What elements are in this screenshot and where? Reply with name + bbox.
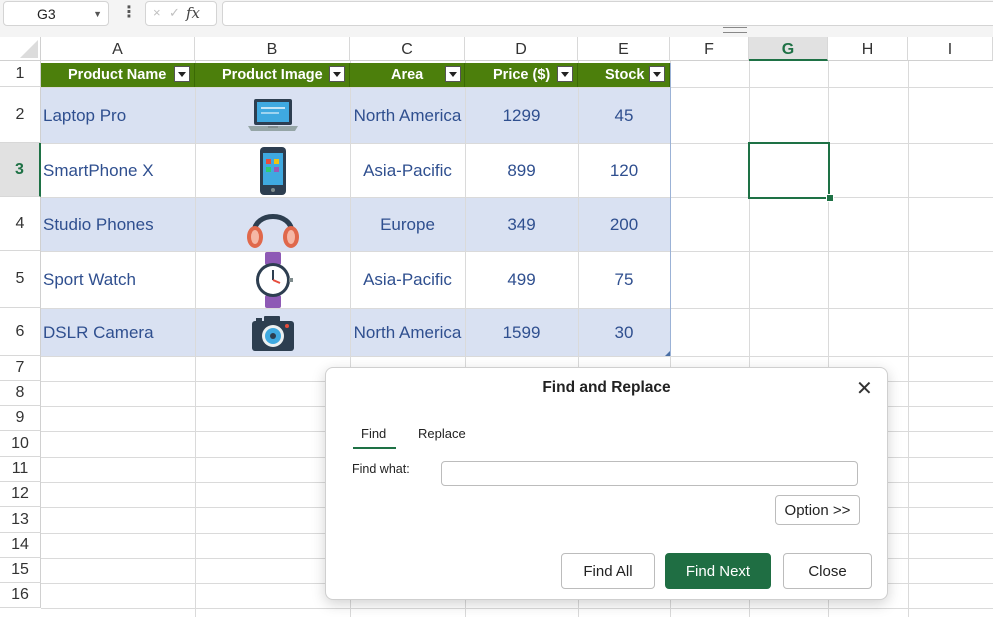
row-header-3[interactable]: 3 xyxy=(0,143,41,197)
dialog-title: Find and Replace xyxy=(542,379,671,396)
row-header-8[interactable]: 8 xyxy=(0,381,41,406)
resize-grip-icon[interactable] xyxy=(723,27,747,33)
row-header-2[interactable]: 2 xyxy=(0,87,41,143)
row-header-1[interactable]: 1 xyxy=(0,61,41,87)
name-box[interactable]: G3 ▼ xyxy=(3,1,109,26)
cell-area[interactable]: Asia-Pacific xyxy=(350,144,465,197)
table-header-cell[interactable]: Stock xyxy=(578,63,670,87)
row-header-11[interactable]: 11 xyxy=(0,457,41,482)
row-header-16[interactable]: 16 xyxy=(0,583,41,608)
table-header-cell[interactable]: Product Name xyxy=(41,63,195,87)
find-all-button[interactable]: Find All xyxy=(561,553,655,589)
close-button[interactable]: Close xyxy=(783,553,872,589)
cell-product-name[interactable]: Sport Watch xyxy=(41,252,195,308)
column-header-i[interactable]: I xyxy=(908,37,993,61)
column-header-f[interactable]: F xyxy=(670,37,749,61)
filter-dropdown-icon[interactable] xyxy=(445,66,461,82)
cell-price[interactable]: 349 xyxy=(465,198,578,251)
cell-area[interactable]: Europe xyxy=(350,198,465,251)
find-replace-dialog: Find and Replace ✕ Find Replace Find wha… xyxy=(325,367,888,600)
filter-dropdown-icon[interactable] xyxy=(174,66,190,82)
cell-price[interactable]: 499 xyxy=(465,252,578,308)
row-header-9[interactable]: 9 xyxy=(0,406,41,431)
column-header-h[interactable]: H xyxy=(828,37,908,61)
filter-dropdown-icon[interactable] xyxy=(557,66,573,82)
grid-line xyxy=(41,608,993,609)
column-header-c[interactable]: C xyxy=(350,37,465,61)
cell-product-name[interactable]: Laptop Pro xyxy=(41,88,195,143)
fill-handle[interactable] xyxy=(826,194,834,202)
column-header-d[interactable]: D xyxy=(465,37,578,61)
header-label: Stock xyxy=(605,67,645,83)
cell-product-name[interactable]: SmartPhone X xyxy=(41,144,195,197)
selected-cell[interactable] xyxy=(748,142,830,199)
check-icon[interactable]: ✓ xyxy=(169,5,180,21)
option-button[interactable]: Option >> xyxy=(775,495,860,525)
find-what-input[interactable] xyxy=(441,461,858,486)
column-header-e[interactable]: E xyxy=(578,37,670,61)
column-header-a[interactable]: A xyxy=(41,37,195,61)
header-label: Product Image xyxy=(222,67,323,83)
table-resize-handle-icon[interactable] xyxy=(665,351,670,356)
close-icon[interactable]: ✕ xyxy=(856,376,873,401)
tab-replace[interactable]: Replace xyxy=(418,426,466,441)
column-header-g[interactable]: G xyxy=(749,37,828,61)
formula-input[interactable] xyxy=(222,1,993,26)
find-next-button[interactable]: Find Next xyxy=(665,553,771,589)
cell-product-name[interactable]: Studio Phones xyxy=(41,198,195,251)
row-header-6[interactable]: 6 xyxy=(0,308,41,356)
cell-stock[interactable]: 30 xyxy=(578,309,670,356)
table-header-cell[interactable]: Product Image xyxy=(195,63,350,87)
filter-dropdown-icon[interactable] xyxy=(649,66,665,82)
header-label: Product Name xyxy=(68,67,167,83)
camera-icon xyxy=(251,315,294,351)
select-all-corner[interactable] xyxy=(0,37,41,61)
cell-product-image[interactable] xyxy=(195,88,350,143)
formula-actions: × ✓ fx xyxy=(145,1,217,26)
cell-area[interactable]: North America xyxy=(350,309,465,356)
cell-area[interactable]: Asia-Pacific xyxy=(350,252,465,308)
row-header-5[interactable]: 5 xyxy=(0,251,41,308)
row-header-13[interactable]: 13 xyxy=(0,507,41,533)
cell-stock[interactable]: 45 xyxy=(578,88,670,143)
cell-product-image[interactable] xyxy=(195,252,350,308)
header-label: Area xyxy=(391,67,424,83)
row-header-15[interactable]: 15 xyxy=(0,558,41,583)
find-what-label: Find what: xyxy=(352,462,410,476)
more-options-icon[interactable]: ⋮ xyxy=(121,4,137,22)
cancel-icon[interactable]: × xyxy=(153,5,161,20)
row-header-12[interactable]: 12 xyxy=(0,482,41,507)
cell-product-name[interactable]: DSLR Camera xyxy=(41,309,195,356)
cell-stock[interactable]: 120 xyxy=(578,144,670,197)
cell-product-image[interactable] xyxy=(195,144,350,197)
formula-bar: G3 ▼ ⋮ × ✓ fx xyxy=(0,0,993,37)
table-border xyxy=(670,63,671,356)
headphones-icon xyxy=(246,213,299,248)
row-header-7[interactable]: 7 xyxy=(0,356,41,381)
table-header-cell[interactable]: Price ($) xyxy=(465,63,578,87)
cell-stock[interactable]: 75 xyxy=(578,252,670,308)
cell-product-image[interactable] xyxy=(195,198,350,251)
name-box-value: G3 xyxy=(37,6,56,22)
cell-price[interactable]: 1599 xyxy=(465,309,578,356)
row-header-4[interactable]: 4 xyxy=(0,197,41,251)
cell-product-image[interactable] xyxy=(195,309,350,356)
tab-find[interactable]: Find xyxy=(352,426,397,449)
laptop-icon xyxy=(247,98,298,131)
header-label: Price ($) xyxy=(493,67,551,83)
cell-price[interactable]: 1299 xyxy=(465,88,578,143)
column-header-b[interactable]: B xyxy=(195,37,350,61)
cell-price[interactable]: 899 xyxy=(465,144,578,197)
function-icon[interactable]: fx xyxy=(186,4,200,22)
row-header-14[interactable]: 14 xyxy=(0,533,41,558)
chevron-down-icon[interactable]: ▼ xyxy=(93,2,102,27)
watch-icon xyxy=(255,252,293,308)
table-header-cell[interactable]: Area xyxy=(350,63,465,87)
cell-stock[interactable]: 200 xyxy=(578,198,670,251)
smartphone-icon xyxy=(259,146,286,195)
row-header-10[interactable]: 10 xyxy=(0,431,41,457)
grid-line xyxy=(41,356,993,357)
cell-area[interactable]: North America xyxy=(350,88,465,143)
filter-dropdown-icon[interactable] xyxy=(329,66,345,82)
